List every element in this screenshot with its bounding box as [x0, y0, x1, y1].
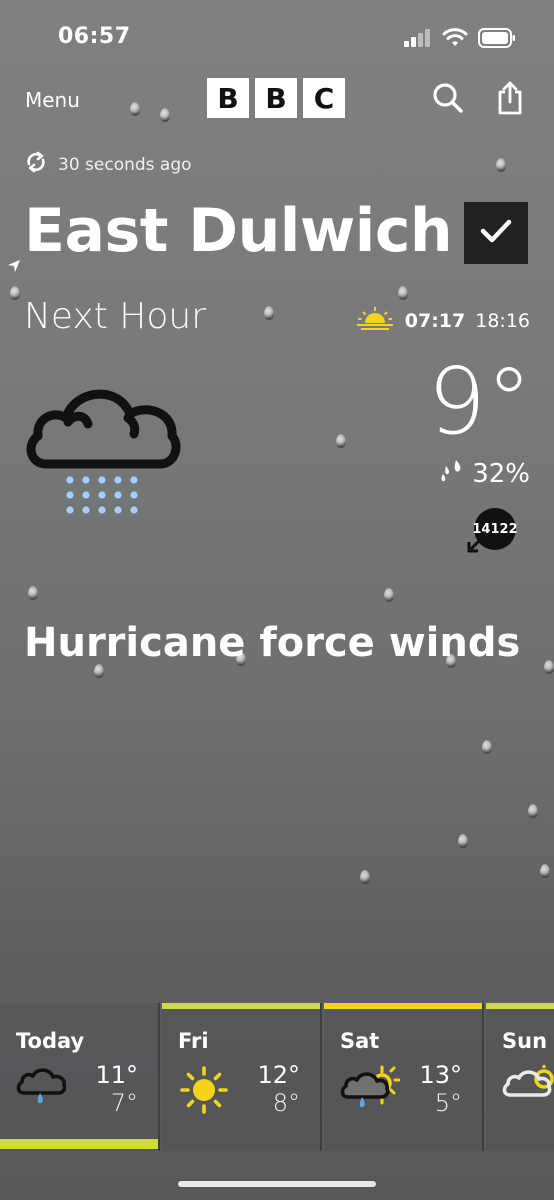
- selected-day-indicator: [0, 1139, 158, 1149]
- forecast-day-card[interactable]: Fri 12° 8°: [162, 1003, 322, 1151]
- forecast-high-temp: 13°: [419, 1061, 462, 1089]
- menu-button[interactable]: Menu: [25, 88, 80, 112]
- forecast-day-name: Sat: [340, 1029, 380, 1053]
- sunrise-time: 07:17: [404, 309, 466, 332]
- sun-cloud-rain-icon: [340, 1065, 401, 1117]
- forecast-day-card[interactable]: Sat 13° 5°: [324, 1003, 484, 1151]
- bbc-logo[interactable]: B B C: [207, 78, 345, 118]
- forecast-day-name: Today: [16, 1029, 85, 1053]
- forecast-day-name: Fri: [178, 1029, 209, 1053]
- forecast-high-temp: 12°: [257, 1061, 300, 1089]
- home-indicator[interactable]: [178, 1181, 376, 1187]
- wifi-icon: [442, 28, 468, 52]
- logo-letter: B: [207, 78, 249, 118]
- forecast-day-card[interactable]: Today 11° 7°: [0, 1003, 160, 1151]
- day-accent-bar: [486, 1003, 554, 1009]
- refresh-icon: [24, 150, 48, 179]
- forecast-high-temp: 11°: [95, 1061, 138, 1089]
- last-updated-text: 30 seconds ago: [58, 154, 192, 175]
- logo-letter: B: [255, 78, 297, 118]
- sunrise-icon: [355, 306, 395, 335]
- precipitation-chance: 32%: [438, 458, 530, 489]
- raindrops-icon: [438, 458, 464, 489]
- precipitation-value: 32%: [472, 458, 530, 489]
- favourite-checkbox[interactable]: [464, 202, 528, 264]
- status-time: 06:57: [58, 24, 131, 49]
- next-hour-label: Next Hour: [24, 296, 207, 337]
- forecast-low-temp: 8°: [272, 1089, 300, 1117]
- sun-times: 07:17 18:16: [355, 306, 530, 335]
- day-accent-bar: [324, 1003, 482, 1009]
- weather-condition: Hurricane force winds: [24, 620, 521, 666]
- heavy-rain-cloud-icon: [24, 372, 184, 526]
- wind-direction-icon: [466, 534, 486, 558]
- daily-forecast-strip: Today 11° 7° Fri 12° 8° Sat 13° 5° Sun: [0, 1003, 554, 1151]
- day-accent-bar: [162, 1003, 320, 1009]
- current-temperature: 9°: [427, 348, 532, 455]
- cellular-signal-icon: [404, 29, 432, 51]
- sun-cloud-icon: [502, 1065, 554, 1109]
- last-updated[interactable]: 30 seconds ago: [24, 150, 192, 179]
- status-bar: 06:57: [0, 0, 554, 70]
- forecast-day-card[interactable]: Sun: [486, 1003, 554, 1151]
- search-icon[interactable]: [432, 82, 464, 118]
- location-name: East Dulwich: [24, 196, 453, 266]
- sun-icon: [178, 1065, 230, 1119]
- forecast-day-name: Sun: [502, 1029, 548, 1053]
- forecast-low-temp: 5°: [434, 1089, 462, 1117]
- app-header: Menu B B C: [0, 76, 554, 122]
- light-rain-cloud-icon: [16, 1065, 67, 1111]
- checkmark-icon: [480, 218, 512, 248]
- share-icon[interactable]: [496, 80, 524, 120]
- location-arrow-icon: [6, 258, 22, 278]
- battery-icon: [478, 28, 516, 52]
- logo-letter: C: [303, 78, 345, 118]
- sunset-time: 18:16: [475, 309, 530, 332]
- forecast-low-temp: 7°: [110, 1089, 138, 1117]
